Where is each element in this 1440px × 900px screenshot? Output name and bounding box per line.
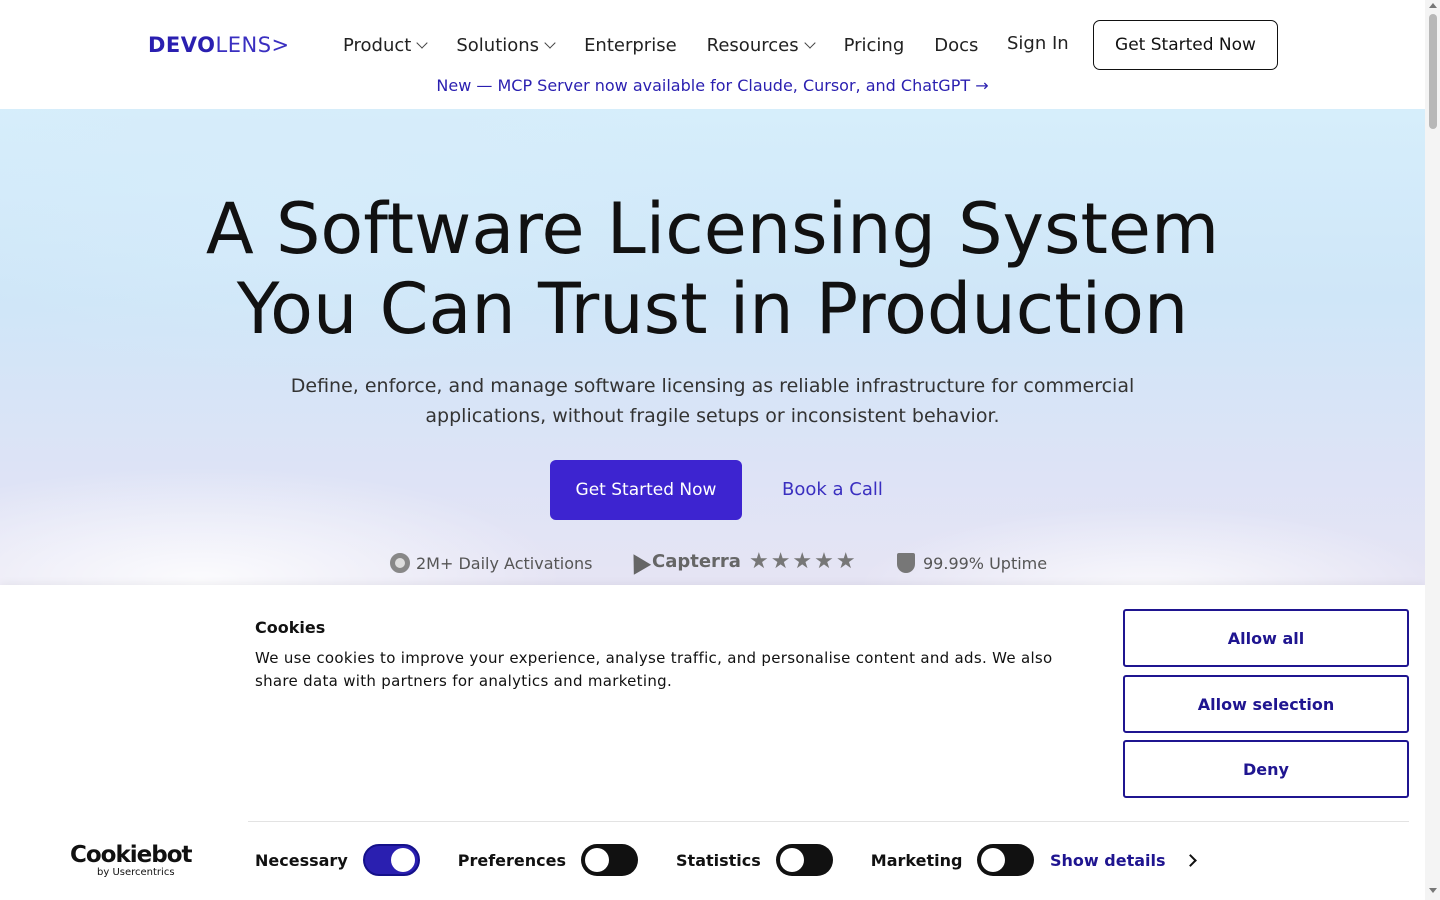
nav-label: Solutions [456,34,540,56]
logo-light-text: LENS> [215,33,290,57]
marketing-label: Marketing [870,850,963,870]
cookiebot-brand-sub: by Usercentrics [97,867,175,878]
activations-badge: 2M+ Daily Activations [390,553,592,573]
chevron-down-icon [803,36,816,49]
nav-label: Enterprise [584,34,677,56]
statistics-toggle[interactable] [775,844,833,876]
capterra-logo-icon [624,548,652,575]
get-started-header-button[interactable]: Get Started Now [1093,20,1278,70]
nav-label: Pricing [843,34,905,56]
toggle-knob [779,848,804,872]
necessary-toggle[interactable] [362,844,420,876]
nav-label: Product [343,34,412,56]
toggle-knob [585,848,610,872]
nav-item-product[interactable]: Product [343,34,429,56]
site-header: DEVO LENS> Product Solutions Enterprise R… [0,0,1425,109]
toggle-knob [981,848,1006,872]
sign-in-link[interactable]: Sign In [1007,33,1069,54]
nav-item-enterprise[interactable]: Enterprise [584,35,677,56]
logo-bold-text: DEVO [148,33,216,57]
trust-badges: 2M+ Daily Activations Capterra ★★★★★ 99.… [0,548,1425,579]
cookie-description: We use cookies to improve your experienc… [255,649,1053,690]
chevron-down-icon [544,36,556,49]
necessary-label: Necessary [255,850,348,870]
cookie-divider [248,821,1409,822]
nav-item-pricing[interactable]: Pricing [844,35,905,56]
preferences-label: Preferences [457,850,567,870]
hero-title: A Software Licensing System You Can Trus… [0,189,1425,349]
gear-icon [390,553,410,573]
nav-label: Docs [934,34,979,56]
hero-title-line-2: You Can Trust in Production [236,268,1189,350]
uptime-text: 99.99% Uptime [923,553,1048,573]
deny-button[interactable]: Deny [1123,740,1409,798]
cookiebot-logo[interactable]: Cookiebot by Usercentrics [70,842,193,879]
toggle-knob [390,848,415,872]
capterra-text: Capterra [652,551,741,572]
nav-item-resources[interactable]: Resources [706,34,816,56]
nav-label: Resources [706,34,799,56]
chevron-right-icon [1183,854,1197,867]
cookie-banner: Cookies We use cookies to improve your e… [0,585,1425,900]
marketing-toggle[interactable] [977,844,1035,876]
uptime-badge: 99.99% Uptime [897,553,1047,573]
nav-item-docs[interactable]: Docs [934,35,978,56]
show-details-label: Show details [1050,851,1166,870]
hero-title-line-1: A Software Licensing System [205,188,1220,270]
preferences-toggle[interactable] [581,844,639,876]
statistics-label: Statistics [676,850,761,870]
nav-item-solutions[interactable]: Solutions [456,34,556,56]
show-details-link[interactable]: Show details [1050,851,1197,870]
cookie-title: Cookies [255,618,326,637]
cookiebot-brand: Cookiebot [70,842,193,868]
main-nav: Product Solutions Enterprise Resources P… [343,30,1008,60]
hero-section: A Software Licensing System You Can Trus… [0,109,1425,585]
chevron-down-icon [416,36,429,49]
consent-toggles: Necessary Preferences Statistics Marketi… [255,843,1072,877]
capterra-badge: Capterra ★★★★★ [624,548,858,575]
book-a-call-link[interactable]: Book a Call [782,479,883,500]
scroll-thumb[interactable] [1429,14,1437,129]
star-rating-icon: ★★★★★ [748,549,858,574]
allow-selection-button[interactable]: Allow selection [1123,675,1409,733]
allow-all-button[interactable]: Allow all [1123,609,1409,667]
activations-text: 2M+ Daily Activations [416,553,593,573]
get-started-hero-button[interactable]: Get Started Now [550,460,742,520]
announcement-link[interactable]: New — MCP Server now available for Claud… [0,76,1425,95]
scroll-down-arrow-icon[interactable] [1429,888,1437,893]
scroll-up-arrow-icon[interactable] [1429,3,1437,8]
devolens-logo[interactable]: DEVO LENS> [148,32,290,58]
page-scrollbar[interactable] [1425,0,1440,900]
shield-icon [897,553,915,573]
hero-subtitle: Define, enforce, and manage software lic… [290,375,1135,427]
